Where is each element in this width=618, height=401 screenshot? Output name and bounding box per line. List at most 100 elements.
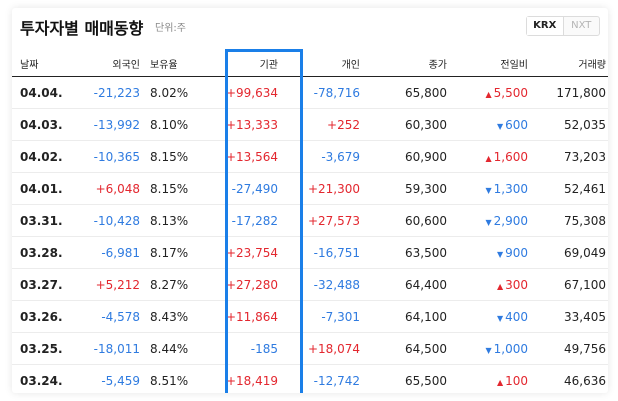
cell-ratio: 8.43% (142, 300, 208, 333)
change-value: 5,500 (493, 85, 528, 100)
change-value: 400 (505, 309, 528, 324)
tab-nxt[interactable]: NXT (564, 17, 600, 35)
cell-close: 64,100 (362, 300, 449, 333)
change-value: 2,900 (493, 213, 528, 228)
table-row: 04.02. -10,365 8.15% +13,564 -3,679 60,900 ▲ 1,… (12, 140, 608, 173)
cell-change: ▼ 1,300 (449, 172, 530, 205)
cell-individual: +21,300 (296, 172, 362, 205)
change-value: 900 (505, 245, 528, 260)
cell-volume: 171,800 (530, 76, 608, 109)
change-value: 1,600 (493, 149, 528, 164)
cell-foreign: -5,459 (82, 364, 142, 393)
cell-close: 65,800 (362, 76, 449, 109)
triangle-down-icon: ▼ (496, 249, 504, 259)
cell-institution: +23,754 (208, 236, 296, 269)
cell-change: ▼ 1,000 (449, 332, 530, 365)
triangle-up-icon: ▲ (485, 153, 492, 163)
cell-volume: 49,756 (530, 332, 608, 365)
cell-change: ▲ 5,500 (449, 76, 530, 109)
cell-individual: -32,488 (296, 268, 362, 301)
cell-ratio: 8.15% (142, 140, 208, 173)
cell-volume: 52,461 (530, 172, 608, 205)
cell-institution: +11,864 (208, 300, 296, 333)
cell-close: 65,500 (362, 364, 449, 393)
col-header-close: 종가 (362, 50, 449, 77)
col-header-foreign: 외국인 (82, 50, 142, 77)
triangle-up-icon: ▲ (496, 281, 504, 291)
investor-trading-card: 투자자별 매매동향 단위:주 KRX NXT 날짜 외국인 보유율 기관 개인 … (12, 8, 608, 393)
cell-volume: 69,049 (530, 236, 608, 269)
table-header-row: 날짜 외국인 보유율 기관 개인 종가 전일비 거래량 (12, 50, 608, 77)
cell-foreign: -21,223 (82, 76, 142, 109)
col-header-ratio: 보유율 (142, 50, 208, 77)
cell-date: 04.03. (12, 108, 82, 141)
change-value: 100 (505, 373, 528, 388)
cell-individual: +27,573 (296, 204, 362, 237)
cell-institution: +13,333 (208, 108, 296, 141)
col-header-individual: 개인 (296, 50, 362, 77)
cell-close: 60,300 (362, 108, 449, 141)
cell-volume: 33,405 (530, 300, 608, 333)
triangle-down-icon: ▼ (496, 313, 504, 323)
cell-date: 03.24. (12, 364, 82, 393)
market-toggle: KRX NXT (526, 16, 600, 36)
cell-change: ▼ 600 (449, 108, 530, 141)
table-row: 03.24. -5,459 8.51% +18,419 -12,742 65,500 ▲ 10… (12, 364, 608, 393)
cell-date: 03.27. (12, 268, 82, 301)
cell-volume: 73,203 (530, 140, 608, 173)
cell-foreign: +6,048 (82, 172, 142, 205)
cell-ratio: 8.13% (142, 204, 208, 237)
cell-close: 59,300 (362, 172, 449, 205)
cell-foreign: -18,011 (82, 332, 142, 365)
cell-institution: -185 (208, 332, 296, 365)
cell-ratio: 8.17% (142, 236, 208, 269)
cell-individual: -3,679 (296, 140, 362, 173)
cell-close: 63,500 (362, 236, 449, 269)
investor-table: 날짜 외국인 보유율 기관 개인 종가 전일비 거래량 04.04. -21,22… (12, 50, 608, 393)
cell-institution: +99,634 (208, 76, 296, 109)
cell-individual: -7,301 (296, 300, 362, 333)
triangle-down-icon: ▼ (496, 121, 504, 131)
table-row: 04.01. +6,048 8.15% -27,490 +21,300 59,300 ▼ 1,… (12, 172, 608, 205)
col-header-volume: 거래량 (530, 50, 608, 77)
cell-change: ▼ 2,900 (449, 204, 530, 237)
cell-close: 60,900 (362, 140, 449, 173)
change-value: 300 (505, 277, 528, 292)
cell-date: 03.26. (12, 300, 82, 333)
cell-ratio: 8.27% (142, 268, 208, 301)
table-row: 04.04. -21,223 8.02% +99,634 -78,716 65,800 ▲ 5… (12, 76, 608, 109)
cell-individual: +18,074 (296, 332, 362, 365)
triangle-up-icon: ▲ (485, 89, 492, 99)
table-row: 03.25. -18,011 8.44% -185 +18,074 64,500 ▼ 1,00… (12, 332, 608, 365)
cell-close: 64,400 (362, 268, 449, 301)
col-header-change: 전일비 (449, 50, 530, 77)
col-header-date: 날짜 (12, 50, 82, 77)
triangle-up-icon: ▲ (496, 377, 504, 387)
cell-individual: +252 (296, 108, 362, 141)
table-row: 03.26. -4,578 8.43% +11,864 -7,301 64,100 ▼ 400… (12, 300, 608, 333)
cell-institution: -17,282 (208, 204, 296, 237)
cell-foreign: -10,365 (82, 140, 142, 173)
change-value: 1,000 (493, 341, 528, 356)
table-body: 04.04. -21,223 8.02% +99,634 -78,716 65,800 ▲ 5… (12, 76, 608, 393)
tab-krx[interactable]: KRX (527, 17, 564, 35)
cell-foreign: -6,981 (82, 236, 142, 269)
cell-institution: +18,419 (208, 364, 296, 393)
cell-foreign: -13,992 (82, 108, 142, 141)
cell-individual: -16,751 (296, 236, 362, 269)
table-row: 03.27. +5,212 8.27% +27,280 -32,488 64,400 ▲ 30… (12, 268, 608, 301)
change-value: 600 (505, 117, 528, 132)
cell-date: 03.31. (12, 204, 82, 237)
cell-date: 04.02. (12, 140, 82, 173)
cell-volume: 67,100 (530, 268, 608, 301)
triangle-down-icon: ▼ (485, 185, 492, 195)
cell-foreign: +5,212 (82, 268, 142, 301)
cell-date: 03.28. (12, 236, 82, 269)
cell-ratio: 8.02% (142, 76, 208, 109)
cell-institution: +13,564 (208, 140, 296, 173)
col-header-institution: 기관 (208, 50, 296, 77)
cell-close: 64,500 (362, 332, 449, 365)
cell-individual: -78,716 (296, 76, 362, 109)
triangle-down-icon: ▼ (485, 217, 492, 227)
cell-date: 03.25. (12, 332, 82, 365)
